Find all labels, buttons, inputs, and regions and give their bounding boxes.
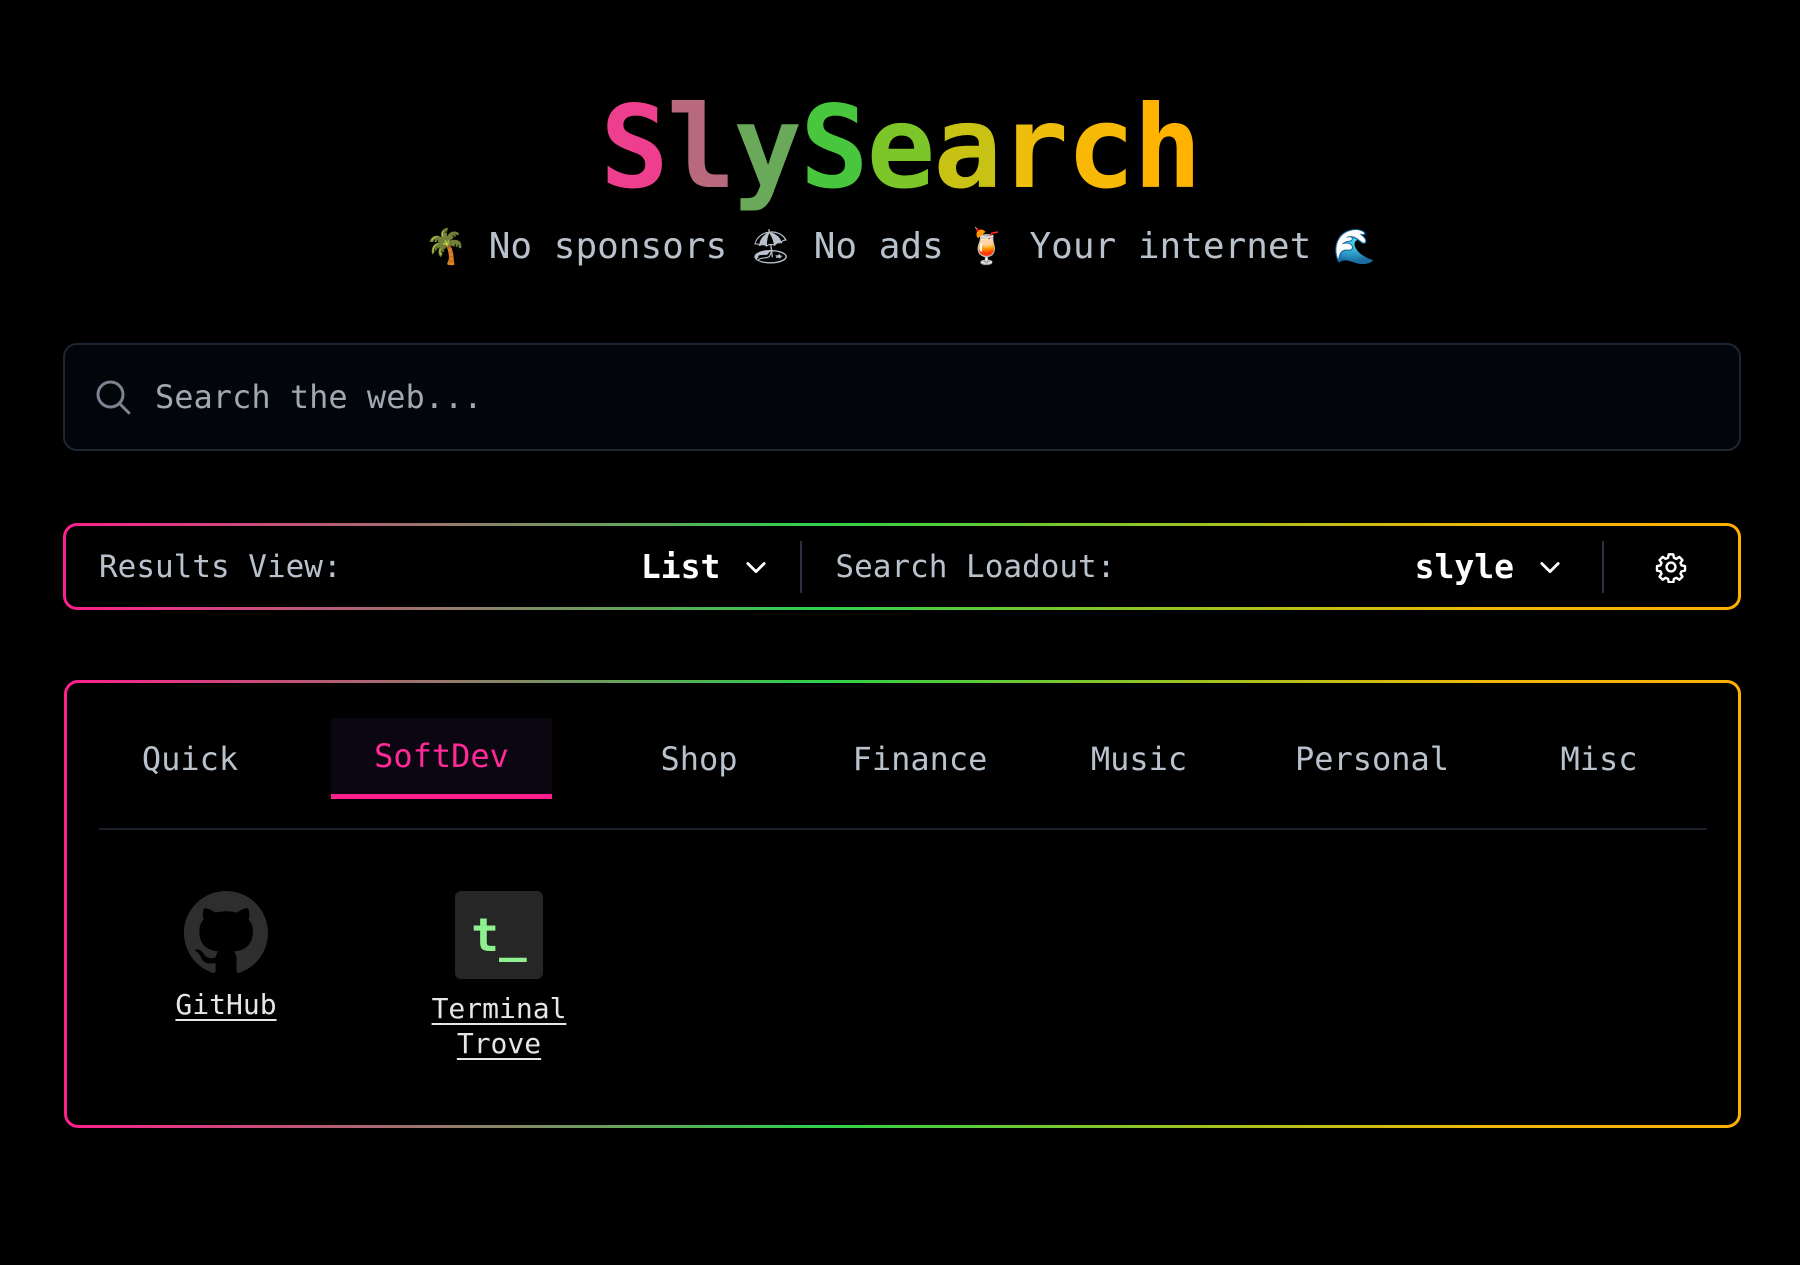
title-letter: e bbox=[866, 81, 936, 214]
site-label: GitHub bbox=[175, 988, 277, 1021]
search-loadout-dropdown[interactable]: slyle bbox=[1415, 547, 1564, 586]
toolbar-divider bbox=[800, 540, 803, 593]
search-loadout-value: slyle bbox=[1414, 547, 1514, 586]
site-link-github[interactable]: GitHub bbox=[146, 891, 306, 1022]
github-icon bbox=[184, 891, 268, 973]
tagline-text: No sponsors bbox=[488, 226, 728, 267]
cocktail-icon: 🍹 bbox=[965, 227, 1008, 267]
title-letter: h bbox=[1133, 81, 1202, 214]
title-letter: c bbox=[1066, 81, 1136, 214]
tagline: 🌴 No sponsors 🏖 No ads 🍹 Your internet 🌊 bbox=[0, 222, 1800, 272]
wave-icon: 🌊 bbox=[1332, 227, 1376, 267]
chevron-down-icon bbox=[746, 561, 766, 573]
page: SlySearch 🌴 No sponsors 🏖 No ads 🍹 Your … bbox=[0, 0, 1800, 1265]
tab-divider bbox=[99, 828, 1707, 830]
search-bar[interactable] bbox=[63, 343, 1741, 451]
results-view-value: List bbox=[640, 547, 721, 586]
title-letter: y bbox=[733, 81, 802, 214]
category-panel: Quick SoftDev Shop Finance Music Persona… bbox=[64, 680, 1741, 1128]
tagline-text: No ads bbox=[813, 226, 944, 267]
palm-tree-icon: 🌴 bbox=[424, 227, 468, 267]
search-input[interactable] bbox=[155, 367, 1739, 427]
tab-personal[interactable]: Personal bbox=[1272, 718, 1472, 799]
title-letter: a bbox=[933, 81, 1002, 214]
title-letter: S bbox=[800, 81, 869, 214]
results-view-dropdown[interactable]: List bbox=[641, 547, 770, 586]
site-label-line: Terminal bbox=[431, 992, 567, 1025]
tab-finance[interactable]: Finance bbox=[830, 718, 1010, 799]
search-icon bbox=[96, 380, 131, 415]
search-loadout-label: Search Loadout: bbox=[835, 548, 1116, 585]
chevron-down-icon bbox=[1540, 561, 1560, 573]
tab-shop[interactable]: Shop bbox=[619, 718, 779, 799]
tab-softdev[interactable]: SoftDev bbox=[331, 718, 552, 799]
tab-music[interactable]: Music bbox=[1059, 718, 1219, 799]
results-view-label: Results View: bbox=[99, 548, 342, 585]
site-label: Terminal Trove bbox=[432, 991, 567, 1061]
site-logo-title: SlySearch bbox=[0, 88, 1800, 208]
site-label-line: Trove bbox=[456, 1027, 542, 1060]
tab-misc[interactable]: Misc bbox=[1519, 718, 1679, 799]
site-link-terminal-trove[interactable]: t_ Terminal Trove bbox=[419, 891, 579, 1061]
beach-umbrella-icon: 🏖 bbox=[748, 227, 793, 267]
settings-button[interactable] bbox=[1604, 551, 1738, 583]
terminal-trove-icon: t_ bbox=[455, 891, 543, 979]
title-letter: S bbox=[600, 81, 669, 214]
gear-icon bbox=[1655, 552, 1687, 583]
tagline-text: Your internet bbox=[1029, 226, 1312, 267]
tab-quick[interactable]: Quick bbox=[110, 718, 270, 799]
results-toolbar: Results View: List Search Loadout: slyle bbox=[63, 523, 1741, 610]
title-letter: r bbox=[999, 81, 1069, 214]
title-letter: l bbox=[666, 81, 736, 214]
